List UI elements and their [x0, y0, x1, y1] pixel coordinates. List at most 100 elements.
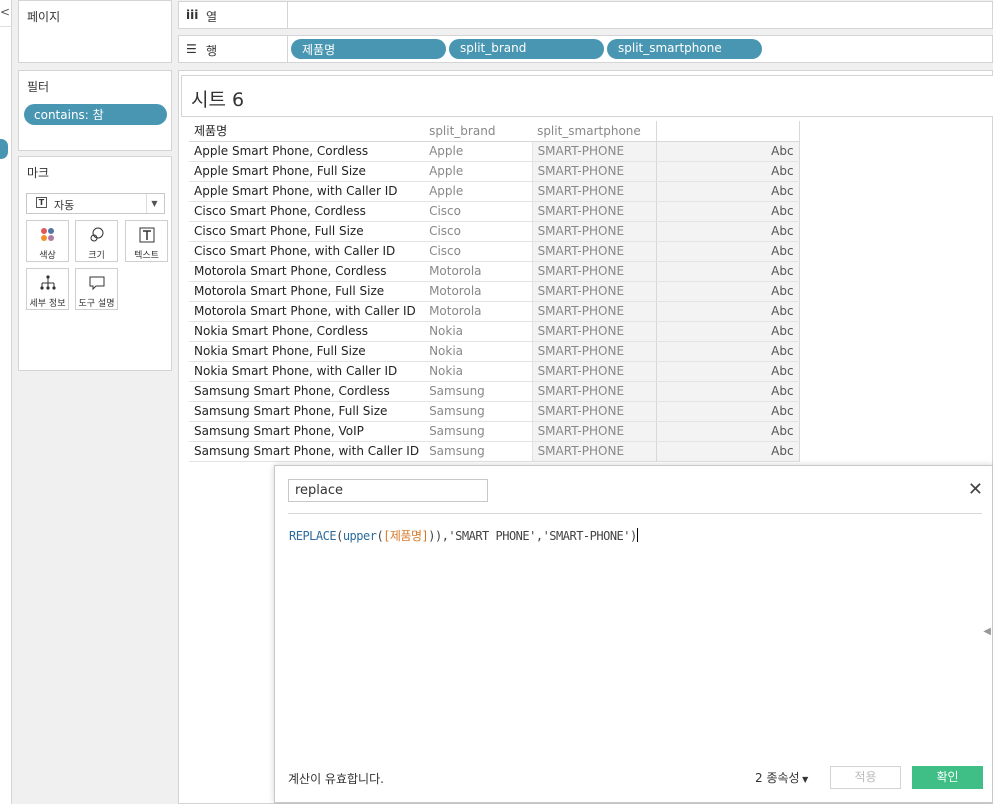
- cell-measure[interactable]: Abc: [655, 441, 800, 462]
- cell-split-smartphone[interactable]: SMART-PHONE: [531, 221, 657, 242]
- cell-measure[interactable]: Abc: [655, 401, 800, 422]
- cell-product-name[interactable]: Samsung Smart Phone, VoIP: [189, 421, 425, 442]
- chevron-left-icon[interactable]: <: [0, 5, 10, 19]
- cell-split-smartphone[interactable]: SMART-PHONE: [531, 201, 657, 222]
- cell-split-brand[interactable]: Nokia: [424, 341, 533, 362]
- expand-panel-icon[interactable]: ◀: [983, 626, 991, 637]
- cell-split-brand[interactable]: Nokia: [424, 321, 533, 342]
- mark-type-dropdown[interactable]: T 자동 ▼: [26, 193, 165, 214]
- table-row[interactable]: Samsung Smart Phone, VoIP Samsung SMART-PH…: [189, 421, 800, 442]
- cell-product-name[interactable]: Samsung Smart Phone, Cordless: [189, 381, 425, 402]
- row-pill-split-brand[interactable]: split_brand: [449, 39, 604, 59]
- detail-button[interactable]: 세부 정보: [26, 268, 69, 310]
- partial-pill[interactable]: [0, 139, 8, 159]
- cell-measure[interactable]: Abc: [655, 341, 800, 362]
- cell-product-name[interactable]: Apple Smart Phone, Full Size: [189, 161, 425, 182]
- cell-measure[interactable]: Abc: [655, 361, 800, 382]
- cell-product-name[interactable]: Apple Smart Phone, Cordless: [189, 141, 425, 162]
- row-pill-product-name[interactable]: 제품명: [291, 39, 446, 59]
- table-row[interactable]: Nokia Smart Phone, with Caller ID Nokia SM…: [189, 361, 800, 382]
- cell-measure[interactable]: Abc: [655, 261, 800, 282]
- cell-split-brand[interactable]: Cisco: [424, 221, 533, 242]
- color-button[interactable]: 색상: [26, 220, 69, 262]
- columns-shelf[interactable]: iii 열: [178, 1, 993, 29]
- calc-name-input[interactable]: replace: [288, 479, 488, 502]
- table-row[interactable]: Apple Smart Phone, with Caller ID Apple SM…: [189, 181, 800, 202]
- column-header-split-smartphone[interactable]: split_smartphone: [532, 121, 657, 142]
- close-icon[interactable]: ✕: [968, 481, 983, 499]
- cell-split-smartphone[interactable]: SMART-PHONE: [531, 441, 657, 462]
- table-row[interactable]: Cisco Smart Phone, Cordless Cisco SMART-PH…: [189, 201, 800, 222]
- cell-split-smartphone[interactable]: SMART-PHONE: [531, 261, 657, 282]
- cell-measure[interactable]: Abc: [655, 241, 800, 262]
- table-row[interactable]: Apple Smart Phone, Cordless Apple SMART-PH…: [189, 141, 800, 162]
- cell-product-name[interactable]: Cisco Smart Phone, with Caller ID: [189, 241, 425, 262]
- table-row[interactable]: Samsung Smart Phone, Full Size Samsung SMA…: [189, 401, 800, 422]
- formula-editor[interactable]: REPLACE(upper([제품명])),'SMART PHONE','SMA…: [289, 527, 638, 544]
- cell-product-name[interactable]: Apple Smart Phone, with Caller ID: [189, 181, 425, 202]
- table-row[interactable]: Samsung Smart Phone, with Caller ID Samsu…: [189, 441, 800, 462]
- cell-split-smartphone[interactable]: SMART-PHONE: [531, 361, 657, 382]
- cell-product-name[interactable]: Nokia Smart Phone, with Caller ID: [189, 361, 425, 382]
- row-pill-split-smartphone[interactable]: split_smartphone: [607, 39, 762, 59]
- cell-split-smartphone[interactable]: SMART-PHONE: [531, 381, 657, 402]
- cell-measure[interactable]: Abc: [655, 321, 800, 342]
- cell-split-brand[interactable]: Motorola: [424, 261, 533, 282]
- cell-split-brand[interactable]: Cisco: [424, 241, 533, 262]
- cell-measure[interactable]: Abc: [655, 201, 800, 222]
- dependencies-dropdown[interactable]: 2 종속성 ▼: [755, 769, 808, 786]
- cell-measure[interactable]: Abc: [655, 221, 800, 242]
- cell-split-brand[interactable]: Samsung: [424, 421, 533, 442]
- cell-product-name[interactable]: Cisco Smart Phone, Cordless: [189, 201, 425, 222]
- cell-product-name[interactable]: Motorola Smart Phone, with Caller ID: [189, 301, 425, 322]
- cell-measure[interactable]: Abc: [655, 381, 800, 402]
- cell-product-name[interactable]: Motorola Smart Phone, Full Size: [189, 281, 425, 302]
- cell-split-brand[interactable]: Apple: [424, 141, 533, 162]
- cell-product-name[interactable]: Motorola Smart Phone, Cordless: [189, 261, 425, 282]
- cell-split-smartphone[interactable]: SMART-PHONE: [531, 181, 657, 202]
- cell-measure[interactable]: Abc: [655, 141, 800, 162]
- table-row[interactable]: Motorola Smart Phone, Full Size Motorola S…: [189, 281, 800, 302]
- cell-split-brand[interactable]: Samsung: [424, 381, 533, 402]
- table-row[interactable]: Samsung Smart Phone, Cordless Samsung SMAR…: [189, 381, 800, 402]
- cell-split-brand[interactable]: Nokia: [424, 361, 533, 382]
- cell-measure[interactable]: Abc: [655, 281, 800, 302]
- cell-split-brand[interactable]: Apple: [424, 161, 533, 182]
- table-row[interactable]: Nokia Smart Phone, Cordless Nokia SMART-PH…: [189, 321, 800, 342]
- cell-split-smartphone[interactable]: SMART-PHONE: [531, 321, 657, 342]
- cell-measure[interactable]: Abc: [655, 161, 800, 182]
- cell-split-smartphone[interactable]: SMART-PHONE: [531, 301, 657, 322]
- table-row[interactable]: Cisco Smart Phone, Full Size Cisco SMART-P…: [189, 221, 800, 242]
- table-row[interactable]: Cisco Smart Phone, with Caller ID Cisco SM…: [189, 241, 800, 262]
- cell-split-smartphone[interactable]: SMART-PHONE: [531, 421, 657, 442]
- cell-split-brand[interactable]: Apple: [424, 181, 533, 202]
- cell-product-name[interactable]: Nokia Smart Phone, Cordless: [189, 321, 425, 342]
- rows-shelf[interactable]: ☰ 행 제품명 split_brand split_smartphone: [178, 35, 993, 63]
- table-row[interactable]: Motorola Smart Phone, with Caller ID Moto…: [189, 301, 800, 322]
- column-header-product-name[interactable]: 제품명: [189, 121, 425, 142]
- cell-product-name[interactable]: Samsung Smart Phone, Full Size: [189, 401, 425, 422]
- cell-split-smartphone[interactable]: SMART-PHONE: [531, 141, 657, 162]
- filter-pill-contains[interactable]: contains: 참: [24, 104, 167, 125]
- tooltip-button[interactable]: 도구 설명: [75, 268, 118, 310]
- column-header-split-brand[interactable]: split_brand: [424, 121, 533, 142]
- apply-button[interactable]: 적용: [830, 766, 901, 789]
- cell-split-brand[interactable]: Samsung: [424, 401, 533, 422]
- text-button[interactable]: 텍스트: [125, 220, 168, 262]
- cell-split-brand[interactable]: Samsung: [424, 441, 533, 462]
- cell-split-smartphone[interactable]: SMART-PHONE: [531, 241, 657, 262]
- size-button[interactable]: 크기: [75, 220, 118, 262]
- ok-button[interactable]: 확인: [912, 766, 983, 789]
- cell-product-name[interactable]: Samsung Smart Phone, with Caller ID: [189, 441, 425, 462]
- table-row[interactable]: Apple Smart Phone, Full Size Apple SMART-P…: [189, 161, 800, 182]
- table-row[interactable]: Motorola Smart Phone, Cordless Motorola SM…: [189, 261, 800, 282]
- cell-measure[interactable]: Abc: [655, 421, 800, 442]
- cell-split-smartphone[interactable]: SMART-PHONE: [531, 161, 657, 182]
- cell-product-name[interactable]: Cisco Smart Phone, Full Size: [189, 221, 425, 242]
- cell-split-brand[interactable]: Motorola: [424, 301, 533, 322]
- sheet-title-bar[interactable]: 시트 6: [181, 75, 993, 117]
- cell-split-smartphone[interactable]: SMART-PHONE: [531, 281, 657, 302]
- cell-split-brand[interactable]: Cisco: [424, 201, 533, 222]
- cell-split-smartphone[interactable]: SMART-PHONE: [531, 341, 657, 362]
- cell-measure[interactable]: Abc: [655, 301, 800, 322]
